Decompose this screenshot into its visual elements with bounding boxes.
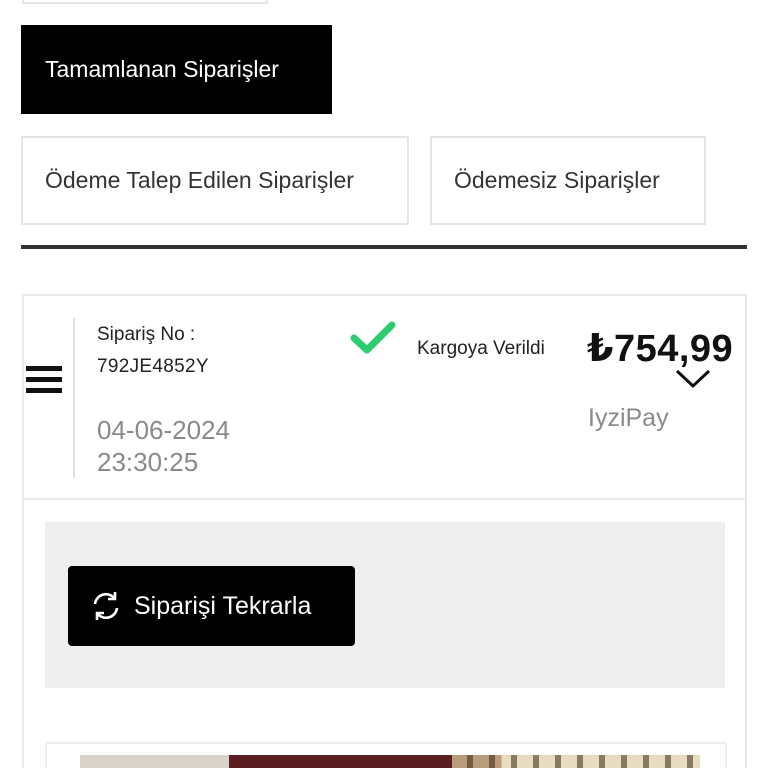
top-stub: [22, 0, 268, 4]
repeat-order-label: Siparişi Tekrarla: [134, 591, 312, 620]
chevron-down-icon[interactable]: [674, 368, 712, 390]
order-detail-panel: Siparişi Tekrarla: [22, 500, 747, 768]
check-icon: [350, 321, 396, 354]
tab-payment-requested-orders[interactable]: Ödeme Talep Edilen Siparişler: [21, 136, 409, 225]
vertical-separator: [73, 318, 75, 478]
order-number: 792JE4852Y: [97, 356, 209, 377]
hamburger-icon[interactable]: [26, 366, 62, 396]
tab-unpaid-orders[interactable]: Ödemesiz Siparişler: [430, 136, 706, 225]
order-time: 23:30:25: [97, 447, 199, 477]
tab-completed-orders[interactable]: Tamamlanan Siparişler: [21, 25, 332, 114]
order-number-label: Sipariş No :: [97, 324, 196, 345]
divider: [21, 245, 747, 249]
product-image-card: [45, 742, 727, 768]
order-datetime: 04-06-2024 23:30:25: [97, 414, 230, 478]
order-price: ₺754,99: [587, 328, 734, 370]
order-date: 04-06-2024: [97, 415, 230, 445]
repeat-order-button[interactable]: Siparişi Tekrarla: [68, 566, 355, 646]
product-image-pattern: [467, 755, 707, 768]
order-card: Sipariş No : 792JE4852Y 04-06-2024 23:30…: [22, 294, 747, 500]
order-status: Kargoya Verildi: [417, 338, 545, 359]
refresh-icon: [93, 592, 119, 620]
actions-box: Siparişi Tekrarla: [45, 522, 725, 688]
payment-method: IyziPay: [588, 404, 669, 432]
